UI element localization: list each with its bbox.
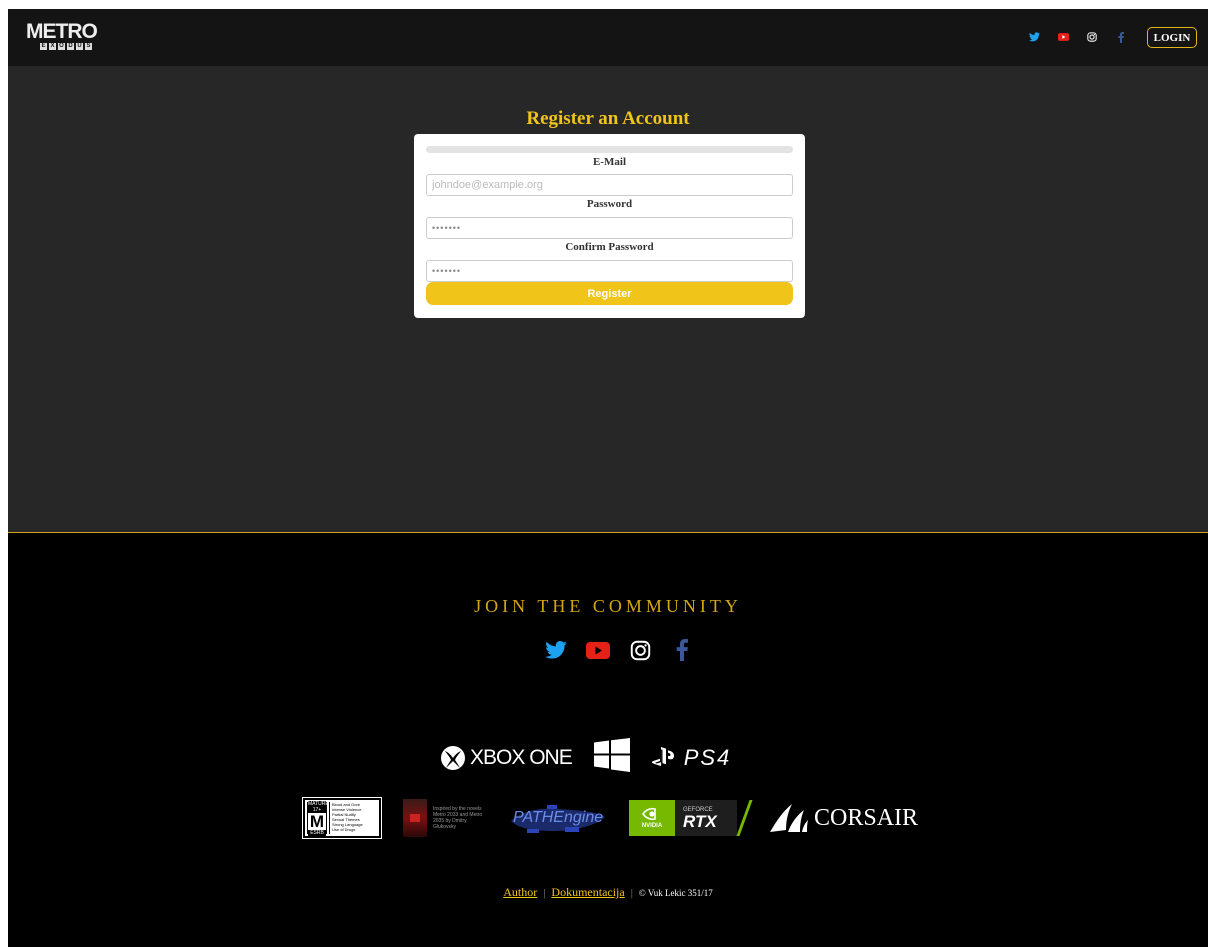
windows-logo — [593, 738, 630, 777]
logo-letter: E — [40, 43, 47, 50]
logo-wordmark: METRO — [26, 20, 98, 43]
header-social-links — [1028, 31, 1127, 43]
logo-letter: X — [49, 43, 56, 50]
nvidia-eye-icon — [642, 807, 656, 821]
facebook-icon[interactable] — [1115, 31, 1127, 43]
nvidia-mark: NVIDIA — [629, 800, 675, 836]
esrb-descriptor: Use of Drugs — [332, 827, 356, 832]
partner-logos: MATURE 17+ M ESRB Blood and Gore Intense… — [302, 797, 918, 839]
email-label: E-Mail — [593, 156, 626, 168]
esrb-rating: M — [309, 811, 325, 831]
logo-letter: U — [76, 43, 83, 50]
logo-letter: O — [58, 43, 65, 50]
login-button[interactable]: LOGIN — [1147, 27, 1197, 48]
copyright-text: © Vuk Lekic 351/17 — [638, 888, 713, 898]
instagram-icon[interactable] — [628, 638, 652, 662]
confirm-password-field[interactable] — [426, 260, 793, 282]
logo-letter: S — [85, 43, 92, 50]
xbox-one-label: XBOX ONE — [470, 745, 573, 769]
join-community-heading: JOIN THE COMMUNITY — [474, 596, 742, 616]
book-cover-image — [403, 799, 427, 837]
form-progress-bar — [426, 146, 793, 153]
esrb-rating-badge: MATURE 17+ M ESRB Blood and Gore Intense… — [302, 797, 382, 839]
platform-logos: XBOX ONE PS4 — [440, 738, 731, 777]
docs-link[interactable]: Dokumentacija — [551, 885, 624, 899]
esrb-descriptors: Blood and Gore Intense Violence Partial … — [329, 802, 377, 834]
register-section: Register an Account E-Mail Password Conf… — [8, 66, 1208, 533]
logo-subtitle: E X O D U S — [40, 43, 92, 50]
nvidia-rtx-logo: NVIDIA GEFORCE RTX — [629, 800, 753, 836]
page-title: Register an Account — [526, 108, 690, 129]
esrb-footer: ESRB — [308, 829, 326, 836]
xbox-icon — [441, 745, 465, 770]
nvidia-label: NVIDIA — [641, 823, 663, 829]
xbox-one-logo: XBOX ONE — [440, 745, 573, 771]
instagram-icon[interactable] — [1086, 31, 1098, 43]
footer-social-links — [544, 638, 694, 662]
facebook-icon[interactable] — [670, 638, 694, 662]
rtx-label: RTX — [683, 811, 717, 831]
ps4-logo: PS4 — [651, 744, 732, 771]
pathengine-logo: PATHEngine — [507, 799, 607, 837]
playstation-icon — [651, 746, 674, 766]
author-link[interactable]: Author — [503, 885, 537, 899]
logo-letter: D — [67, 43, 74, 50]
site-header: METRO E X O D U S LOGIN — [8, 9, 1208, 66]
site-footer: JOIN THE COMMUNITY XBOX ONE PS4 MATURE 1… — [8, 534, 1208, 947]
register-button[interactable]: Register — [426, 282, 793, 305]
confirm-password-label: Confirm Password — [565, 241, 654, 253]
footer-credits: Author | Dokumentacija | © Vuk Lekic 351/17 — [8, 885, 1208, 900]
password-field[interactable] — [426, 217, 793, 239]
corsair-logo: CORSAIR — [768, 802, 918, 834]
esrb-header: MATURE 17+ — [308, 800, 329, 813]
geforce-rtx-mark: GEFORCE RTX — [675, 800, 737, 836]
email-field[interactable] — [426, 174, 793, 196]
separator: | — [630, 887, 633, 899]
corsair-sails-icon — [770, 804, 808, 832]
metro-novels-badge: Inspired by the novels Metro 2033 and Me… — [403, 799, 485, 837]
metro-exodus-logo[interactable]: METRO E X O D U S — [26, 21, 106, 55]
pathengine-label: PATHEngine — [513, 809, 604, 826]
twitter-icon[interactable] — [1028, 31, 1040, 43]
rtx-slash — [736, 800, 753, 836]
youtube-icon[interactable] — [1057, 31, 1069, 43]
twitter-icon[interactable] — [544, 638, 568, 662]
corsair-label: CORSAIR — [814, 804, 919, 831]
esrb-mature-mark: MATURE 17+ M ESRB — [307, 800, 329, 836]
youtube-icon[interactable] — [586, 638, 610, 662]
ps4-label: PS4 — [683, 744, 732, 770]
separator: | — [543, 887, 546, 899]
register-form: E-Mail Password Confirm Password Registe… — [414, 134, 805, 318]
novels-credit-text: Inspired by the novels Metro 2033 and Me… — [433, 806, 483, 830]
page-frame: METRO E X O D U S LOGIN Register an Acco… — [8, 9, 1208, 947]
password-label: Password — [586, 198, 633, 210]
